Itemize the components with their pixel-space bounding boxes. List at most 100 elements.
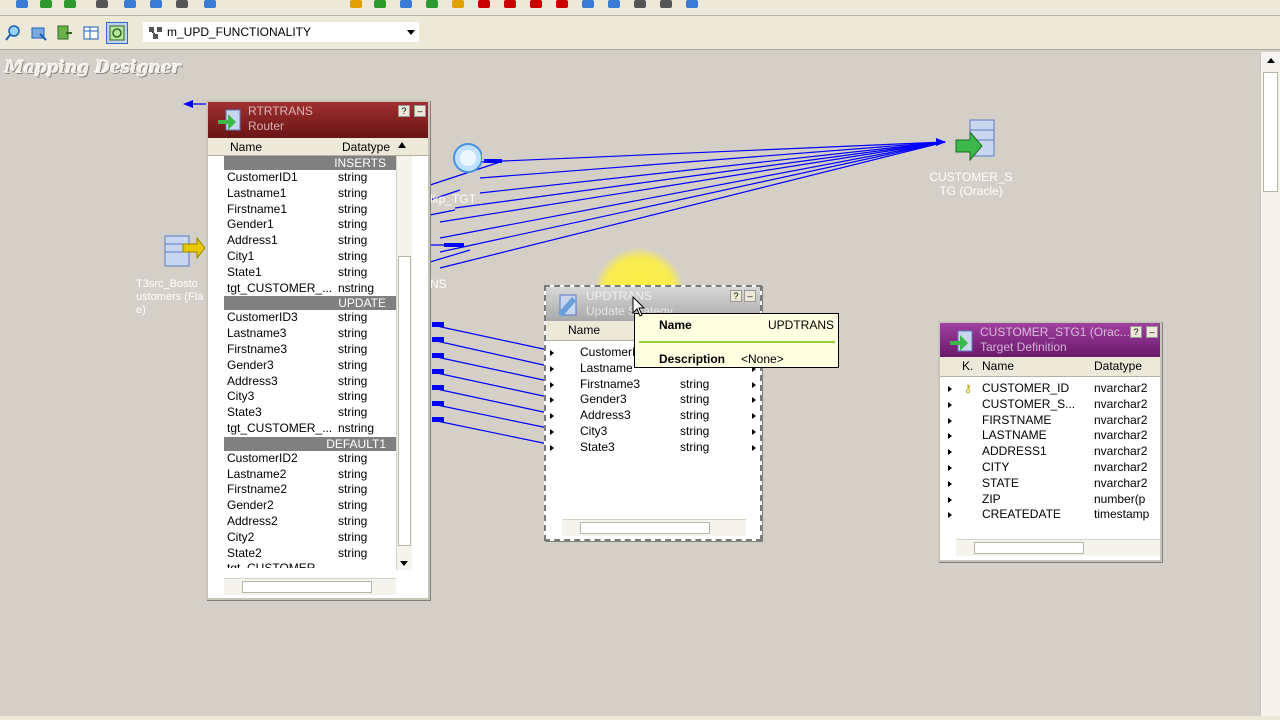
- toolbar-icon[interactable]: [660, 0, 672, 8]
- port-arrow-icon[interactable]: [752, 428, 756, 435]
- toolbar-icon[interactable]: [530, 0, 542, 8]
- port-arrow-icon[interactable]: [752, 413, 756, 420]
- lookup-node[interactable]: lkp_TGT: [430, 140, 490, 206]
- toolbar-icon[interactable]: [686, 0, 698, 8]
- port-row[interactable]: tgt_CUSTOMER_... nstring: [224, 281, 412, 297]
- port-row[interactable]: Address3 string: [224, 374, 412, 390]
- port-row[interactable]: City1 string: [224, 249, 412, 265]
- port-row[interactable]: CREATEDATE timestamp: [948, 507, 1160, 523]
- toolbar-icon[interactable]: [150, 0, 162, 8]
- canvas-vscroll[interactable]: [1260, 52, 1280, 716]
- port-row[interactable]: CustomerID3 string: [224, 310, 412, 326]
- port-arrow-icon[interactable]: [948, 464, 952, 471]
- port-arrow-icon[interactable]: [948, 449, 952, 456]
- port-row[interactable]: State3 string: [224, 405, 412, 421]
- toolbar-icon[interactable]: [176, 0, 188, 8]
- grid-icon[interactable]: [106, 22, 128, 44]
- toolbar-icon[interactable]: [608, 0, 620, 8]
- port-arrow-icon[interactable]: [752, 444, 756, 451]
- router-transformation[interactable]: RTRTRANS Router ? – Name Datatype INSERT…: [206, 100, 430, 600]
- port-row[interactable]: Gender3 string: [224, 358, 412, 374]
- help-button[interactable]: ?: [398, 105, 410, 117]
- port-row[interactable]: tgt_CUSTOMER_: [224, 561, 412, 568]
- sort-up-icon[interactable]: [398, 142, 406, 148]
- port-row[interactable]: CUSTOMER_S... nvarchar2: [948, 397, 1160, 413]
- port-row[interactable]: City3 string: [550, 424, 760, 440]
- port-row[interactable]: State2 string: [224, 546, 412, 562]
- router-hscroll[interactable]: [224, 578, 396, 595]
- zoom-icon[interactable]: [2, 22, 24, 44]
- table-icon[interactable]: [80, 22, 102, 44]
- port-row[interactable]: CITY nvarchar2: [948, 460, 1160, 476]
- toolbar-icon[interactable]: [16, 0, 28, 8]
- port-row[interactable]: Firstname2 string: [224, 482, 412, 498]
- target-definition[interactable]: CUSTOMER_STG1 (Orac... Target Definition…: [938, 321, 1162, 562]
- port-arrow-icon[interactable]: [550, 397, 554, 404]
- port-row[interactable]: Gender2 string: [224, 498, 412, 514]
- router-titlebar[interactable]: RTRTRANS Router ? –: [208, 102, 428, 138]
- router-vscroll[interactable]: [396, 156, 412, 570]
- port-row[interactable]: ADDRESS1 nvarchar2: [948, 444, 1160, 460]
- chevron-down-icon[interactable]: [407, 30, 415, 35]
- port-arrow-icon[interactable]: [550, 444, 554, 451]
- port-arrow-icon[interactable]: [948, 480, 952, 487]
- port-row[interactable]: ⚷ CUSTOMER_ID nvarchar2: [948, 381, 1160, 397]
- source-node[interactable]: T3src_Bosto ustomers (Fla e): [136, 226, 208, 316]
- target-titlebar[interactable]: CUSTOMER_STG1 (Orac... Target Definition…: [940, 323, 1160, 357]
- port-row[interactable]: CustomerID1 string: [224, 170, 412, 186]
- arrange-icon[interactable]: [28, 22, 50, 44]
- target-node[interactable]: CUSTOMER_S TG (Oracle): [920, 116, 1014, 198]
- arrange-all-icon[interactable]: [54, 22, 76, 44]
- help-button[interactable]: ?: [730, 290, 742, 302]
- toolbar-icon[interactable]: [582, 0, 594, 8]
- port-row[interactable]: City2 string: [224, 530, 412, 546]
- port-row[interactable]: Firstname3 string: [550, 377, 760, 393]
- port-arrow-icon[interactable]: [550, 428, 554, 435]
- toolbar-icon[interactable]: [556, 0, 568, 8]
- port-arrow-icon[interactable]: [752, 381, 756, 388]
- toolbar-icon[interactable]: [350, 0, 362, 8]
- toolbar-icon[interactable]: [426, 0, 438, 8]
- port-arrow-icon[interactable]: [948, 417, 952, 424]
- minimize-button[interactable]: –: [414, 105, 426, 117]
- help-button[interactable]: ?: [1130, 326, 1142, 338]
- toolbar-icon[interactable]: [452, 0, 464, 8]
- port-row[interactable]: LASTNAME nvarchar2: [948, 428, 1160, 444]
- port-arrow-icon[interactable]: [948, 433, 952, 440]
- port-row[interactable]: State1 string: [224, 265, 412, 281]
- port-arrow-icon[interactable]: [948, 386, 952, 392]
- port-row[interactable]: City3 string: [224, 389, 412, 405]
- port-row[interactable]: tgt_CUSTOMER_... nstring: [224, 421, 412, 437]
- port-row[interactable]: CustomerID2 string: [224, 451, 412, 467]
- port-arrow-icon[interactable]: [550, 381, 554, 388]
- toolbar-icon[interactable]: [40, 0, 52, 8]
- toolbar-icon[interactable]: [478, 0, 490, 8]
- toolbar-icon[interactable]: [504, 0, 516, 8]
- port-arrow-icon[interactable]: [550, 350, 554, 356]
- port-row[interactable]: ZIP number(p: [948, 492, 1160, 508]
- port-arrow-icon[interactable]: [948, 512, 952, 519]
- port-row[interactable]: STATE nvarchar2: [948, 476, 1160, 492]
- port-arrow-icon[interactable]: [948, 496, 952, 503]
- port-arrow-icon[interactable]: [550, 365, 554, 372]
- toolbar-icon[interactable]: [400, 0, 412, 8]
- port-row[interactable]: State3 string: [550, 440, 760, 456]
- minimize-button[interactable]: –: [1146, 326, 1158, 338]
- target-hscroll[interactable]: [956, 539, 1160, 556]
- port-row[interactable]: Firstname3 string: [224, 342, 412, 358]
- port-row[interactable]: FIRSTNAME nvarchar2: [948, 413, 1160, 429]
- minimize-button[interactable]: –: [744, 290, 756, 302]
- port-row[interactable]: Address2 string: [224, 514, 412, 530]
- toolbar-icon[interactable]: [204, 0, 216, 8]
- port-row[interactable]: Address3 string: [550, 408, 760, 424]
- port-row[interactable]: Firstname1 string: [224, 202, 412, 218]
- toolbar-icon[interactable]: [374, 0, 386, 8]
- port-row[interactable]: Gender1 string: [224, 217, 412, 233]
- mapping-selector[interactable]: m_UPD_FUNCTIONALITY: [142, 21, 420, 43]
- port-arrow-icon[interactable]: [550, 413, 554, 420]
- port-arrow-icon[interactable]: [948, 401, 952, 408]
- port-row[interactable]: Gender3 string: [550, 392, 760, 408]
- toolbar-icon[interactable]: [124, 0, 136, 8]
- canvas-hscroll[interactable]: [0, 716, 1280, 720]
- port-row[interactable]: Lastname2 string: [224, 467, 412, 483]
